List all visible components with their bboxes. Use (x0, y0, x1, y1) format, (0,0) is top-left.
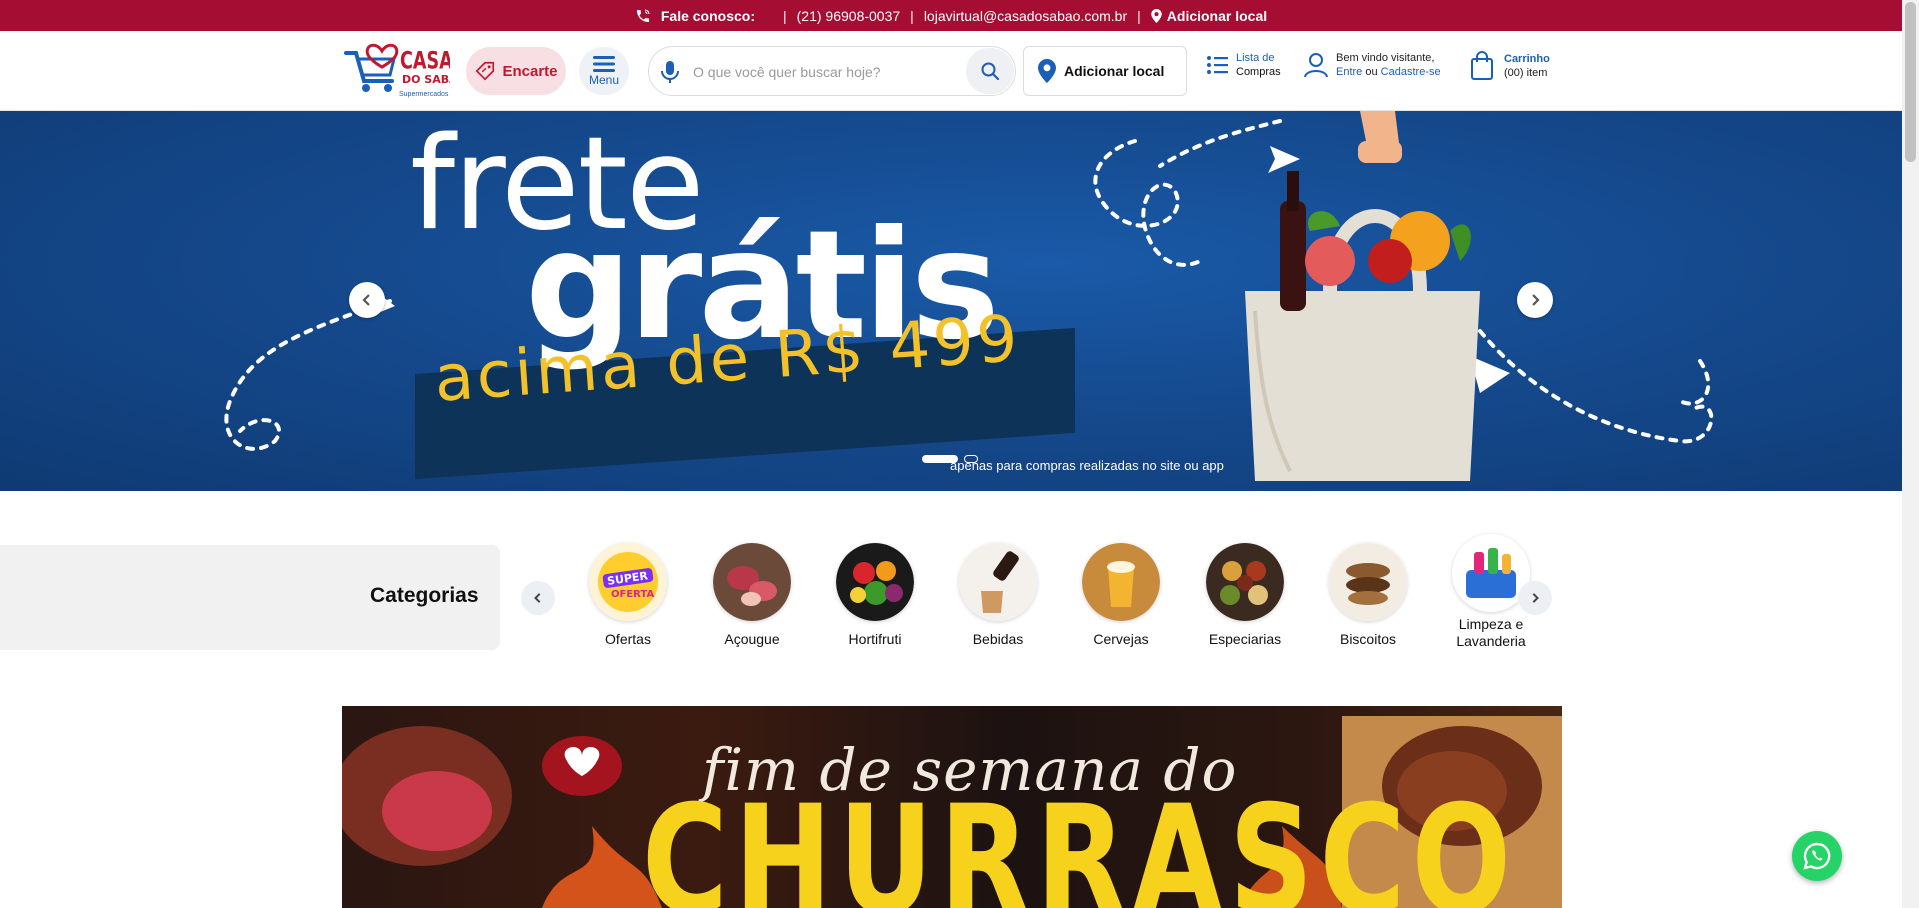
phone-number[interactable]: (21) 96908-0037 (797, 8, 901, 24)
page-scrollbar[interactable] (1902, 0, 1919, 908)
site-logo[interactable]: CASA DO SABÃO Supermercados (344, 41, 467, 101)
category-label: Bebidas (972, 631, 1024, 647)
list-icon (1207, 56, 1228, 74)
register-link[interactable]: Cadastre-se (1381, 66, 1441, 78)
cart-label: Carrinho (1504, 53, 1550, 65)
chevron-left-icon (534, 593, 541, 603)
categories-prev-button[interactable] (521, 581, 555, 615)
menu-button[interactable]: Menu (579, 47, 629, 95)
separator: | (783, 7, 787, 24)
search-button[interactable] (966, 48, 1014, 94)
carousel-prev-button[interactable] (349, 282, 385, 318)
email-link[interactable]: lojavirtual@casadosabao.com.br (924, 8, 1127, 24)
location-pin-icon (1151, 8, 1162, 23)
separator: | (1137, 7, 1141, 24)
cookies-icon (1329, 543, 1407, 621)
cart-button[interactable]: Carrinho (00) item (1470, 51, 1550, 81)
svg-text:CASA: CASA (400, 46, 450, 75)
page: Fale conosco: | (21) 96908-0037 | lojavi… (0, 0, 1919, 908)
user-greeting: Bem vindo visitante, (1336, 52, 1435, 64)
super-oferta-icon: SUPER OFERTA (589, 543, 667, 621)
scrollbar-thumb[interactable] (1905, 2, 1916, 162)
tag-icon (476, 61, 495, 81)
svg-text:DO SABÃO: DO SABÃO (402, 73, 450, 86)
add-location-button[interactable]: Adicionar local (1023, 46, 1187, 96)
cart-count: (00) item (1504, 67, 1548, 79)
spices-icon (1206, 543, 1284, 621)
login-link[interactable]: Entre (1336, 66, 1362, 78)
user-account: Bem vindo visitante, Entre ou Cadastre-s… (1304, 51, 1441, 79)
menu-label: Menu (588, 73, 620, 87)
vegetables-icon (836, 543, 914, 621)
category-acougue[interactable]: Açougue (697, 543, 807, 647)
top-location-link[interactable]: Adicionar local (1151, 8, 1267, 24)
contact-label: Fale conosco: (660, 7, 755, 24)
svg-text:Supermercados: Supermercados (399, 91, 449, 98)
add-location-label: Adicionar local (1064, 63, 1165, 79)
top-contact-bar: Fale conosco: | (21) 96908-0037 | lojavi… (0, 0, 1902, 31)
meat-icon (713, 543, 791, 621)
chevron-right-icon (1532, 294, 1540, 306)
category-label: Ofertas (605, 631, 651, 647)
beer-icon (1082, 543, 1160, 621)
hero-footnote: apenas para compras realizadas no site o… (950, 458, 1224, 473)
phone-icon (636, 8, 650, 22)
chevron-left-icon (362, 294, 370, 306)
categories-title: Categorias (370, 584, 479, 607)
churrasco-banner[interactable]: fim de semana do CHURRASCO (342, 706, 1562, 908)
category-label: Hortifruti (848, 631, 902, 647)
category-especiarias[interactable]: Especiarias (1190, 543, 1300, 647)
shopping-list-link[interactable]: Lista de Compras (1206, 51, 1281, 79)
category-ofertas[interactable]: SUPER OFERTA Ofertas (573, 543, 683, 647)
categories-next-button[interactable] (1518, 581, 1552, 615)
shopping-list-line1: Lista de (1236, 52, 1275, 64)
category-label: Cervejas (1093, 631, 1149, 647)
carousel-next-button[interactable] (1517, 282, 1553, 318)
encarte-label: Encarte (502, 62, 558, 80)
search-bar (648, 46, 1016, 96)
hero-carousel: frete grátis acima de R$ 499 apenas para… (0, 111, 1902, 491)
chevron-right-icon (1532, 593, 1539, 603)
search-input[interactable] (693, 57, 953, 87)
whatsapp-icon (1803, 842, 1831, 870)
whatsapp-button[interactable] (1792, 831, 1842, 881)
search-icon (981, 62, 1000, 81)
category-cervejas[interactable]: Cervejas (1066, 543, 1176, 647)
top-location-label: Adicionar local (1166, 7, 1268, 24)
microphone-icon[interactable] (659, 60, 681, 84)
hamburger-icon (593, 56, 615, 72)
encarte-button[interactable]: Encarte (466, 47, 566, 95)
shopping-list-line2: Compras (1236, 66, 1281, 78)
shopping-bag-icon (1471, 51, 1493, 80)
category-label: Açougue (724, 631, 780, 647)
category-biscoitos[interactable]: Biscoitos (1313, 543, 1423, 647)
separator: | (910, 7, 914, 24)
drink-icon (959, 543, 1037, 621)
category-label: Biscoitos (1339, 631, 1397, 647)
main-header: CASA DO SABÃO Supermercados Encarte Menu… (0, 31, 1902, 111)
user-or-text: ou (1365, 66, 1378, 78)
svg-text:OFERTA: OFERTA (611, 589, 654, 600)
category-hortifruti[interactable]: Hortifruti (820, 543, 930, 647)
location-pin-icon (1038, 59, 1056, 83)
banner-headline: CHURRASCO (642, 774, 1518, 908)
user-icon (1304, 53, 1328, 78)
category-label: Especiarias (1208, 631, 1282, 647)
category-label: Limpeza e Lavanderia (1456, 616, 1526, 649)
category-bebidas[interactable]: Bebidas (943, 543, 1053, 647)
